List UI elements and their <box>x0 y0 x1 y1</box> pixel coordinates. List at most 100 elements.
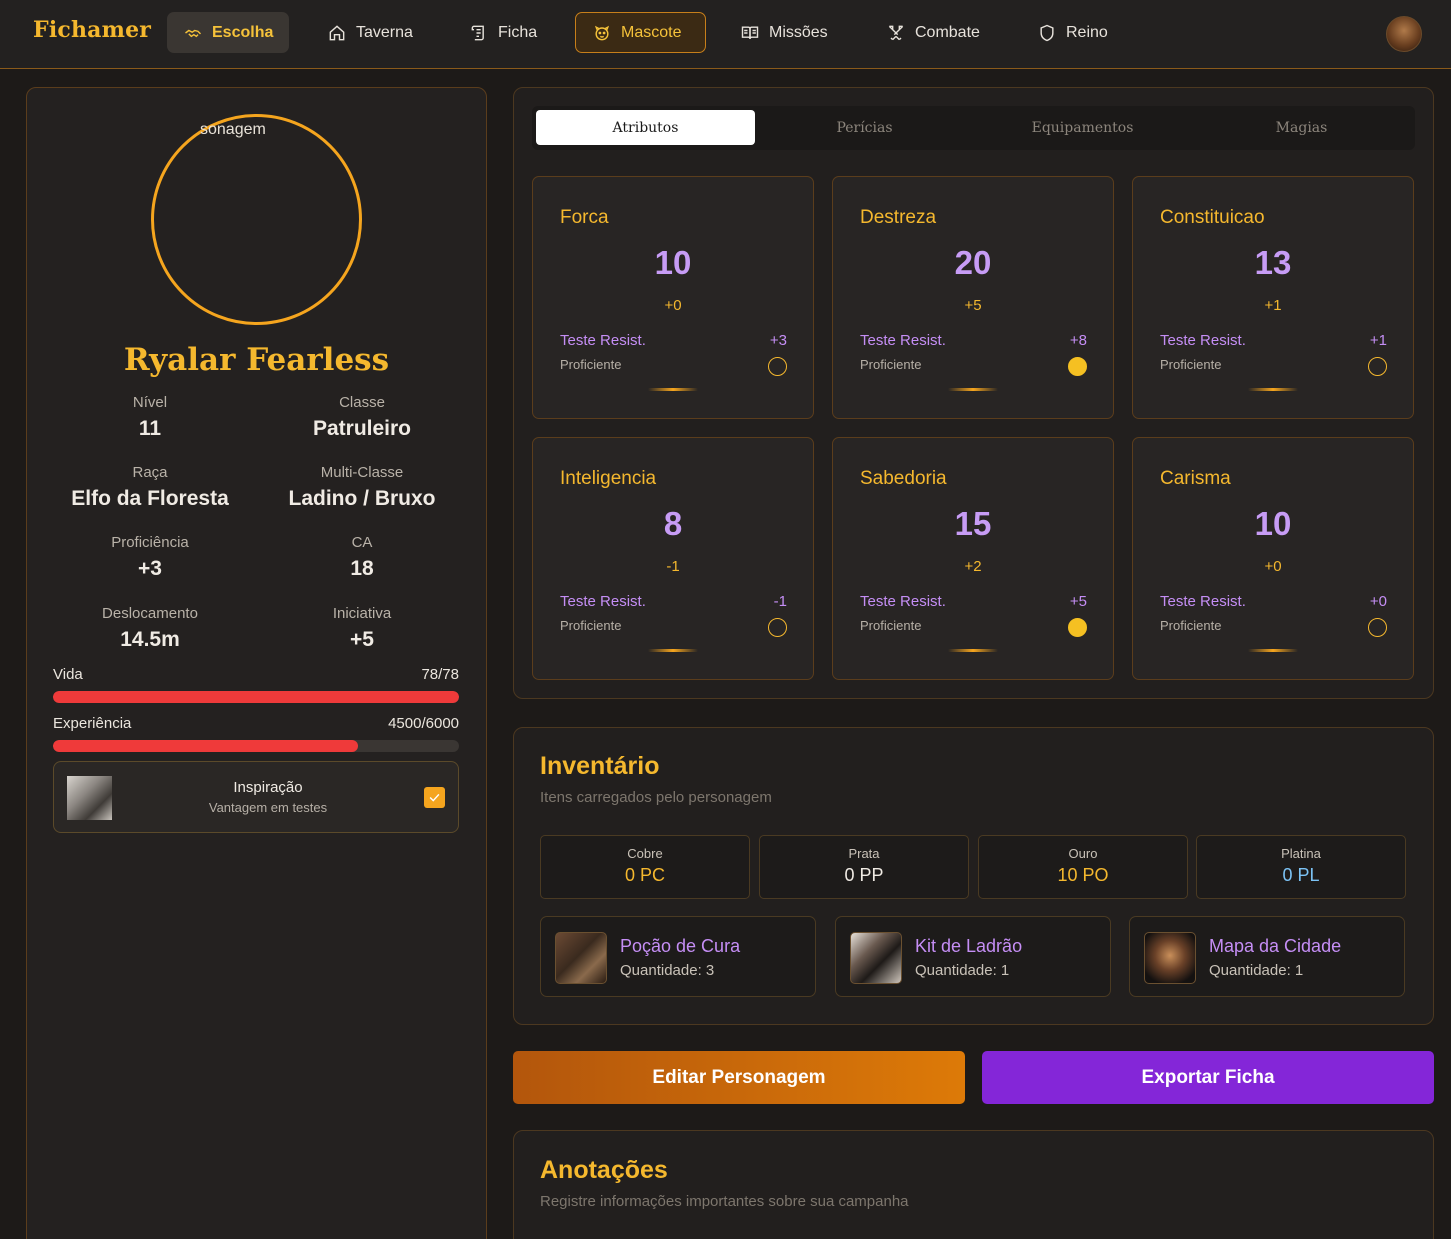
coin-value: 0 PP <box>844 865 884 885</box>
attribute-card-sabedoria[interactable]: Sabedoria 15 +2 Teste Resist. +5 Proficiente <box>832 437 1114 680</box>
nav-reino[interactable]: Reino <box>1021 12 1124 53</box>
nav-taverna[interactable]: Taverna <box>311 12 429 53</box>
stat-label: Nível <box>132 394 168 411</box>
attribute-card-constituicao[interactable]: Constituicao 13 +1 Teste Resist. +1 Proficien… <box>1132 176 1414 419</box>
attribute-score: 10 <box>1254 505 1292 542</box>
coin-label: Platina <box>1281 846 1321 861</box>
attribute-card-destreza[interactable]: Destreza 20 +5 Teste Resist. +8 Proficiente <box>832 176 1114 419</box>
proficiency-toggle[interactable] <box>768 357 787 376</box>
coin-platina: Platina 0 PL <box>1196 835 1406 899</box>
top-navbar: Fichamer Escolha Taverna Ficha Mascote M… <box>0 0 1451 69</box>
card-accent-line <box>648 388 698 391</box>
nav-mascote[interactable]: Mascote <box>575 12 706 53</box>
proficiency-toggle[interactable] <box>1068 618 1087 637</box>
attribute-modifier: -1 <box>666 558 680 575</box>
nav-label: Reino <box>1066 23 1108 41</box>
item-image <box>1144 932 1196 984</box>
coin-value: 10 PO <box>1057 865 1109 885</box>
xp-row: Experiência 4500/6000 <box>53 715 459 732</box>
attribute-name: Constituicao <box>1160 207 1265 228</box>
nav-combate[interactable]: Combate <box>870 12 996 53</box>
xp-value: 4500/6000 <box>388 715 459 732</box>
nav-label: Taverna <box>356 23 413 41</box>
item-name: Poção de Cura <box>620 936 741 956</box>
saving-throw-label: Teste Resist. <box>860 332 946 349</box>
proficiency-toggle[interactable] <box>768 618 787 637</box>
stat-label: Multi-Classe <box>320 464 404 481</box>
saving-throw-value: +8 <box>1069 332 1087 349</box>
inspiration-subtitle: Vantagem em testes <box>208 800 328 815</box>
coin-ouro: Ouro 10 PO <box>978 835 1188 899</box>
swords-icon <box>888 25 904 40</box>
coin-value: 0 PL <box>1282 865 1320 885</box>
attribute-name: Carisma <box>1160 468 1231 489</box>
stat-nivel: Nível 11 <box>35 394 265 441</box>
inventory-item-pocao[interactable]: Poção de Cura Quantidade: 3 <box>540 916 816 997</box>
nav-ficha[interactable]: Ficha <box>453 12 553 53</box>
tab-equipamentos[interactable]: Equipamentos <box>973 110 1192 145</box>
saving-throw-label: Teste Resist. <box>860 593 946 610</box>
home-icon <box>329 24 345 40</box>
inventory-item-mapa[interactable]: Mapa da Cidade Quantidade: 1 <box>1129 916 1405 997</box>
stat-raca: Raça Elfo da Floresta <box>35 464 265 511</box>
card-accent-line <box>1248 388 1298 391</box>
attribute-card-carisma[interactable]: Carisma 10 +0 Teste Resist. +0 Proficiente <box>1132 437 1414 680</box>
saving-throw-value: -1 <box>773 593 787 610</box>
tab-magias[interactable]: Magias <box>1192 110 1411 145</box>
saving-throw-label: Teste Resist. <box>1160 332 1246 349</box>
health-bar-fill <box>53 691 459 703</box>
stat-value: Ladino / Bruxo <box>288 487 436 510</box>
character-portrait <box>151 114 362 325</box>
attribute-name: Sabedoria <box>860 468 947 489</box>
attribute-modifier: +1 <box>1264 297 1282 314</box>
item-quantity: Quantidade: 1 <box>915 962 1010 979</box>
shield-icon <box>1040 24 1054 41</box>
nav-missoes[interactable]: Missões <box>724 12 844 53</box>
proficiency-toggle[interactable] <box>1368 357 1387 376</box>
item-name: Mapa da Cidade <box>1209 936 1342 956</box>
user-avatar[interactable] <box>1386 16 1422 52</box>
stat-value: 11 <box>138 417 162 440</box>
stat-label: Deslocamento <box>102 605 198 622</box>
nav-escolha[interactable]: Escolha <box>167 12 290 53</box>
nav-label: Ficha <box>498 23 538 41</box>
saving-throw-label: Teste Resist. <box>1160 593 1246 610</box>
notes-subtitle: Registre informações importantes sobre s… <box>540 1193 909 1210</box>
inspiration-card[interactable]: Inspiração Vantagem em testes <box>53 761 459 833</box>
inventory-subtitle: Itens carregados pelo personagem <box>540 789 772 806</box>
attribute-score: 8 <box>663 505 683 542</box>
attribute-modifier: +0 <box>1264 558 1282 575</box>
saving-throw-value: +3 <box>769 332 787 349</box>
saving-throw-label: Teste Resist. <box>560 332 646 349</box>
proficient-label: Proficiente <box>1160 357 1222 372</box>
notes-title: Anotações <box>540 1156 668 1184</box>
health-row: Vida 78/78 <box>53 666 459 683</box>
coin-label: Cobre <box>627 846 663 861</box>
inspiration-checkbox[interactable] <box>424 787 445 808</box>
attribute-name: Destreza <box>860 207 937 228</box>
tab-pericias[interactable]: Perícias <box>755 110 974 145</box>
proficiency-toggle[interactable] <box>1368 618 1387 637</box>
attribute-name: Inteligencia <box>560 468 657 489</box>
stat-value: Patruleiro <box>312 417 412 440</box>
edit-character-button[interactable]: Editar Personagem <box>513 1051 965 1104</box>
export-sheet-button[interactable]: Exportar Ficha <box>982 1051 1434 1104</box>
handshake-icon <box>185 29 202 37</box>
xp-label: Experiência <box>53 715 132 732</box>
portrait-alt-text: sonagem <box>200 121 266 138</box>
proficiency-toggle[interactable] <box>1068 357 1087 376</box>
tab-bar: Atributos Perícias Equipamentos Magias <box>532 106 1415 150</box>
item-image <box>850 932 902 984</box>
attribute-card-forca[interactable]: Forca 10 +0 Teste Resist. +3 Proficiente <box>532 176 814 419</box>
item-quantity: Quantidade: 3 <box>620 962 715 979</box>
xp-bar <box>53 740 459 752</box>
checkmark-icon <box>429 793 440 802</box>
tab-atributos[interactable]: Atributos <box>536 110 755 145</box>
brand-logo[interactable]: Fichamer <box>33 17 151 43</box>
attribute-card-inteligencia[interactable]: Inteligencia 8 -1 Teste Resist. -1 Proficient… <box>532 437 814 680</box>
attribute-modifier: +2 <box>964 558 982 575</box>
inventory-item-kit[interactable]: Kit de Ladrão Quantidade: 1 <box>835 916 1111 997</box>
stat-value: 14.5m <box>120 628 180 651</box>
stat-label: Proficiência <box>111 534 189 551</box>
inspiration-title: Inspiração <box>233 779 303 796</box>
